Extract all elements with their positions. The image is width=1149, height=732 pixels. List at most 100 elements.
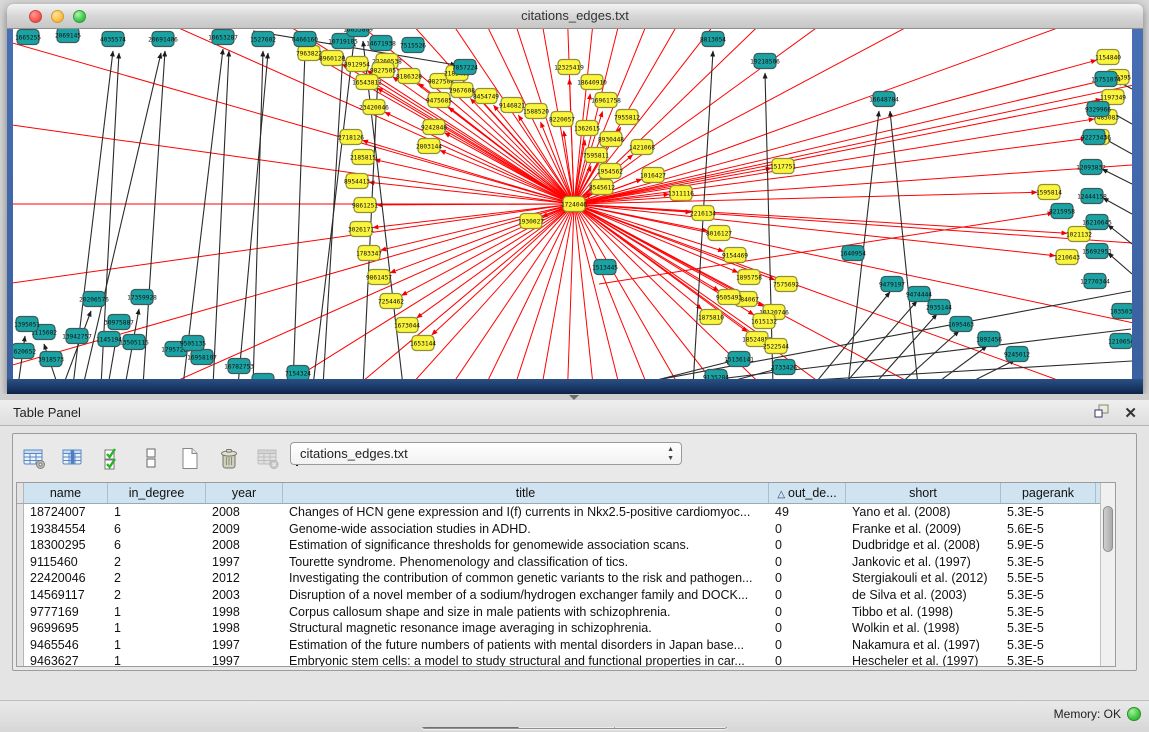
graph-node[interactable]: 9861457 <box>366 270 392 285</box>
table-row[interactable]: 911546021997Tourette syndrome. Phenomeno… <box>17 554 1100 571</box>
graph-node[interactable]: 7154324 <box>285 366 311 380</box>
graph-node[interactable]: 13505115 <box>119 335 149 350</box>
graph-node[interactable]: 8912954 <box>344 57 370 72</box>
column-header-pagerank[interactable]: pagerank <box>1001 483 1096 503</box>
graph-node[interactable]: 16648784 <box>869 92 899 107</box>
graph-node[interactable]: 1513445 <box>592 260 618 275</box>
select-all-columns-icon[interactable] <box>99 444 125 472</box>
graph-node[interactable]: 8960128 <box>319 51 345 66</box>
graph-node[interactable]: 23420046 <box>359 100 389 115</box>
graph-node[interactable]: 7595811 <box>583 148 609 163</box>
graph-node[interactable]: 3026171 <box>348 222 374 237</box>
table-row[interactable]: 1456911722003Disruption of a novel membe… <box>17 587 1100 604</box>
graph-node[interactable]: 2935144 <box>926 300 952 315</box>
graph-node[interactable]: 1588520 <box>523 104 549 119</box>
graph-node[interactable]: 12770344 <box>1080 274 1110 289</box>
graph-node[interactable]: 1640954 <box>840 246 866 261</box>
graph-node[interactable]: 1653144 <box>410 336 436 351</box>
delete-column-icon[interactable] <box>216 444 242 472</box>
graph-node[interactable]: 1665255 <box>15 30 41 45</box>
graph-node[interactable]: 9242848 <box>421 120 447 135</box>
graph-node[interactable]: 8186328 <box>396 69 422 84</box>
column-header-title[interactable]: title <box>283 483 769 503</box>
graph-node[interactable]: 17359928 <box>127 290 157 305</box>
table-selector-dropdown[interactable]: citations_edges.txt ▲▼ <box>290 442 682 465</box>
graph-node[interactable]: 13942757 <box>62 329 92 344</box>
graph-node[interactable]: 1035034 <box>1110 304 1132 319</box>
graph-node[interactable]: 20691406 <box>148 32 178 47</box>
table-row[interactable]: 2242004622012Investigating the contribut… <box>17 570 1100 587</box>
graph-node[interactable]: 1154840 <box>1095 50 1121 65</box>
graph-node[interactable]: 1421068 <box>629 140 655 155</box>
vertical-scrollbar[interactable] <box>1100 483 1115 666</box>
graph-node[interactable]: 7857224 <box>452 60 478 75</box>
graph-node[interactable]: 9505493 <box>716 290 742 305</box>
float-window-icon[interactable] <box>1094 404 1110 424</box>
network-canvas[interactable]: 1724046796382289601288912954222605389827… <box>13 29 1132 379</box>
graph-node[interactable]: 12444158 <box>1077 189 1107 204</box>
graph-node[interactable]: 9474444 <box>906 287 932 302</box>
graph-node[interactable]: 15751074 <box>1091 72 1121 87</box>
graph-node[interactable]: 2185815 <box>350 150 376 165</box>
hub-node[interactable]: 1724046 <box>561 197 587 212</box>
graph-node[interactable]: 1783347 <box>356 246 382 261</box>
table-row[interactable]: 946554611997Estimation of the future num… <box>17 637 1100 654</box>
graph-node[interactable]: 2967608 <box>449 83 475 98</box>
graph-node[interactable]: 20206576 <box>79 292 109 307</box>
graph-node[interactable]: 9479197 <box>879 277 905 292</box>
graph-node[interactable]: 1895758 <box>736 270 762 285</box>
graph-node[interactable]: 1892456 <box>976 332 1002 347</box>
graph-node[interactable]: 14671938 <box>366 36 396 51</box>
graph-node[interactable]: 7575692 <box>773 277 799 292</box>
graph-node[interactable]: 16210645 <box>1082 215 1112 230</box>
create-column-icon[interactable] <box>177 444 203 472</box>
show-hide-columns-icon[interactable] <box>60 444 86 472</box>
graph-node[interactable]: 12325419 <box>554 60 584 75</box>
graph-node[interactable]: 2069145 <box>55 29 81 43</box>
table-row[interactable]: 969969511998Structural magnetic resonanc… <box>17 620 1100 637</box>
table-row[interactable]: 977716911998Corpus callosum shape and si… <box>17 604 1100 621</box>
table-options-icon[interactable] <box>21 444 47 472</box>
graph-node[interactable]: 1210643 <box>1054 250 1080 265</box>
graph-node[interactable]: 1210654 <box>1108 334 1132 349</box>
graph-node[interactable]: 9329966 <box>1085 102 1111 117</box>
graph-node[interactable]: 10653287 <box>208 30 238 45</box>
graph-node[interactable]: 2620652 <box>13 344 36 359</box>
graph-node[interactable]: 9245012 <box>1004 347 1030 362</box>
graph-node[interactable]: 12093832 <box>1076 160 1106 175</box>
graph-node[interactable]: 1395051 <box>14 317 40 332</box>
graph-node[interactable]: 18640910 <box>577 75 607 90</box>
table-row[interactable]: 1938455462009Genome-wide association stu… <box>17 521 1100 538</box>
graph-node[interactable]: 16543812 <box>352 75 382 90</box>
graph-node[interactable]: 2216134 <box>690 206 716 221</box>
minimize-window-button[interactable] <box>51 10 64 23</box>
graph-node[interactable]: 9154469 <box>722 248 748 263</box>
graph-node[interactable]: 6466160 <box>292 32 318 47</box>
zoom-window-button[interactable] <box>73 10 86 23</box>
graph-node[interactable]: 9146821 <box>499 98 525 113</box>
graph-node[interactable]: 16033809 <box>343 29 373 37</box>
graph-node[interactable]: 8220057 <box>549 112 575 127</box>
graph-node[interactable]: 1954562 <box>597 164 623 179</box>
graph-node[interactable]: 7254462 <box>378 294 404 309</box>
graph-node[interactable]: 1362615 <box>574 121 600 136</box>
column-header-in-degree[interactable]: in_degree <box>108 483 206 503</box>
graph-node[interactable]: 9475685 <box>426 93 452 108</box>
column-header-short[interactable]: short <box>846 483 1001 503</box>
graph-node[interactable]: 2803144 <box>416 139 442 154</box>
graph-node[interactable]: 9227343 <box>1081 130 1107 145</box>
graph-node[interactable]: 7955812 <box>614 110 640 125</box>
graph-node[interactable]: 1527602 <box>250 32 276 47</box>
scrollbar-thumb[interactable] <box>1103 506 1113 552</box>
deselect-all-columns-icon[interactable] <box>138 444 164 472</box>
graph-node[interactable]: 9135284 <box>703 370 729 380</box>
graph-node[interactable]: 1615132 <box>751 314 777 329</box>
graph-node[interactable]: 8954413 <box>344 174 370 189</box>
graph-node[interactable]: 1595814 <box>1036 185 1062 200</box>
column-header-name[interactable]: name <box>24 483 108 503</box>
table-row[interactable]: 1830029562008Estimation of significance … <box>17 537 1100 554</box>
graph-node[interactable]: 3918573 <box>38 352 64 367</box>
close-window-button[interactable] <box>29 10 42 23</box>
column-header-out-de-[interactable]: △out_de... <box>769 483 846 503</box>
graph-node[interactable]: 1517751 <box>770 159 796 174</box>
